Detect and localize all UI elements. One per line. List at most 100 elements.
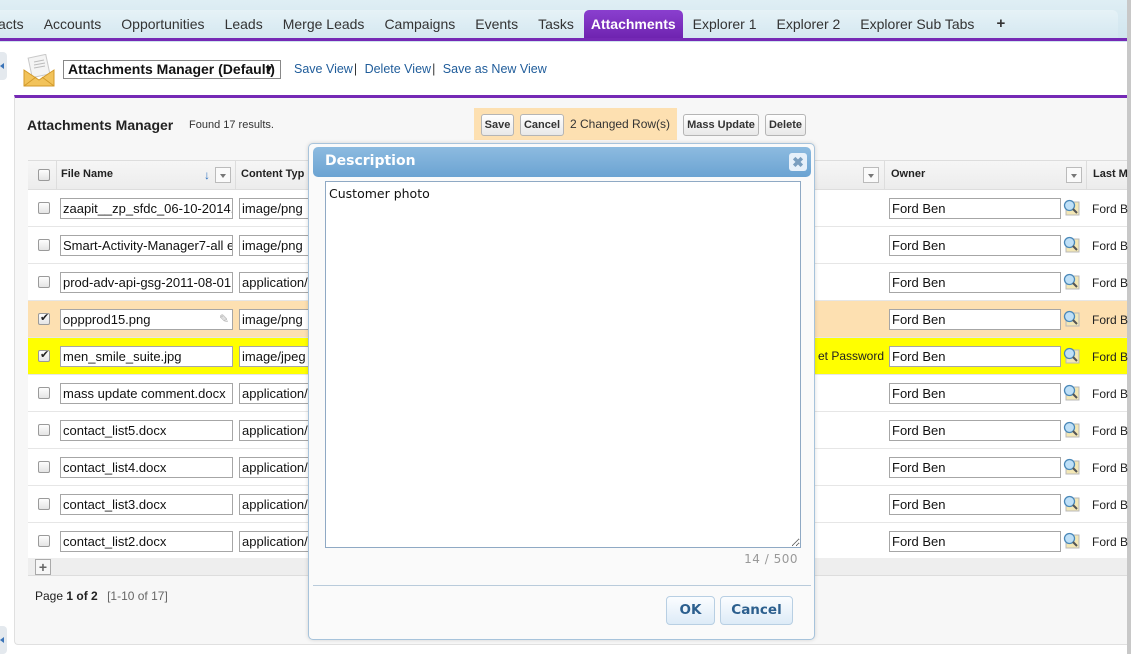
owner-input[interactable]: Ford Ben (889, 494, 1061, 515)
tab-events[interactable]: Events (465, 10, 528, 38)
tab-tasks[interactable]: Tasks (528, 10, 584, 38)
tab-campaigns[interactable]: Campaigns (374, 10, 465, 38)
owner-input[interactable]: Ford Ben (889, 346, 1061, 367)
file-name-input[interactable]: contact_list2.docx (60, 531, 233, 552)
lookup-icon[interactable] (1063, 236, 1080, 253)
content-type-input[interactable]: application/ (239, 494, 319, 515)
lookup-icon[interactable] (1063, 384, 1080, 401)
delete-view-link[interactable]: Delete View (365, 62, 431, 76)
content-type-input[interactable]: application/ (239, 531, 319, 552)
content-type-input[interactable]: application/ (239, 383, 319, 404)
column-menu-button[interactable] (215, 167, 231, 183)
lookup-icon[interactable] (1063, 421, 1080, 438)
row-checkbox[interactable] (38, 535, 50, 547)
owner-value: Ford Ben (892, 423, 946, 438)
owner-input[interactable]: Ford Ben (889, 309, 1061, 330)
row-checkbox[interactable] (38, 387, 50, 399)
mass-update-button[interactable]: Mass Update (683, 114, 759, 136)
content-type-input[interactable]: image/png (239, 235, 319, 256)
owner-input[interactable]: Ford Ben (889, 531, 1061, 552)
lookup-icon[interactable] (1063, 495, 1080, 512)
tab-explorer-1[interactable]: Explorer 1 (683, 10, 767, 38)
column-header-file-name[interactable]: File Name (61, 168, 113, 180)
select-all-checkbox[interactable] (38, 169, 50, 181)
tab-explorer-sub-tabs[interactable]: Explorer Sub Tabs (850, 10, 984, 38)
owner-input[interactable]: Ford Ben (889, 198, 1061, 219)
owner-value: Ford Ben (892, 460, 946, 475)
owner-value: Ford Ben (892, 534, 946, 549)
lookup-icon[interactable] (1063, 199, 1080, 216)
row-checkbox[interactable] (38, 239, 50, 251)
file-name-input[interactable]: contact_list3.docx (60, 494, 233, 515)
tab-explorer-2[interactable]: Explorer 2 (766, 10, 850, 38)
column-menu-button[interactable] (1066, 167, 1082, 183)
sort-descending-icon[interactable]: ↓ (204, 168, 210, 182)
owner-input[interactable]: Ford Ben (889, 420, 1061, 441)
last-modified-value: Ford B (1092, 461, 1129, 475)
pencil-icon[interactable]: ✎ (219, 310, 229, 329)
save-button[interactable]: Save (481, 114, 514, 136)
owner-input[interactable]: Ford Ben (889, 272, 1061, 293)
tab-leads[interactable]: Leads (215, 10, 273, 38)
column-menu-button[interactable] (863, 167, 879, 183)
file-name-input[interactable]: contact_list5.docx (60, 420, 233, 441)
owner-value: Ford Ben (892, 312, 946, 327)
lookup-icon[interactable] (1063, 532, 1080, 549)
column-header-owner[interactable]: Owner (891, 168, 925, 180)
row-checkbox[interactable] (38, 276, 50, 288)
lookup-icon[interactable] (1063, 347, 1080, 364)
owner-input[interactable]: Ford Ben (889, 383, 1061, 404)
dialog-divider (313, 585, 811, 586)
lookup-icon[interactable] (1063, 273, 1080, 290)
row-checkbox[interactable] (38, 202, 50, 214)
owner-input[interactable]: Ford Ben (889, 235, 1061, 256)
tab-acts[interactable]: acts (0, 10, 34, 38)
close-icon[interactable]: ✖ (789, 153, 807, 171)
dialog-cancel-button[interactable]: Cancel (720, 596, 793, 625)
column-divider (56, 161, 57, 190)
description-textarea[interactable] (325, 181, 801, 548)
file-name-value: contact_list4.docx (63, 460, 167, 475)
tab-accounts[interactable]: Accounts (34, 10, 112, 38)
column-header-content-type[interactable]: Content Typ (241, 168, 304, 180)
add-tab-button[interactable]: + (984, 10, 1017, 38)
tab-attachments[interactable]: Attachments (583, 10, 683, 38)
tab-opportunities[interactable]: Opportunities (111, 10, 214, 38)
file-name-input[interactable]: prod-adv-api-gsg-2011-08-01. (60, 272, 233, 293)
row-checkbox[interactable] (38, 424, 50, 436)
content-type-input[interactable]: application/ (239, 420, 319, 441)
content-type-input[interactable]: application/ (239, 272, 319, 293)
add-row-button[interactable]: + (35, 559, 51, 575)
content-type-input[interactable]: image/jpeg (239, 346, 319, 367)
file-name-input[interactable]: men_smile_suite.jpg (60, 346, 233, 367)
delete-button[interactable]: Delete (765, 114, 806, 136)
last-modified-value: Ford B (1092, 535, 1129, 549)
file-name-value: contact_list3.docx (63, 497, 167, 512)
file-name-input[interactable]: oppprod15.png ✎ (60, 309, 233, 330)
row-checkbox[interactable] (38, 498, 50, 510)
file-name-input[interactable]: zaapit__zp_sfdc_06-10-2014. (60, 198, 233, 219)
content-type-input[interactable]: application/ (239, 457, 319, 478)
ok-button[interactable]: OK (666, 596, 715, 625)
lookup-icon[interactable] (1063, 310, 1080, 327)
collapse-sidebar-handle-bottom[interactable] (0, 626, 7, 654)
save-as-new-view-link[interactable]: Save as New View (443, 62, 547, 76)
file-name-input[interactable]: Smart-Activity-Manager7-all e (60, 235, 233, 256)
content-type-input[interactable]: image/png (239, 198, 319, 219)
owner-input[interactable]: Ford Ben (889, 457, 1061, 478)
lookup-icon[interactable] (1063, 458, 1080, 475)
tab-merge-leads[interactable]: Merge Leads (273, 10, 375, 38)
owner-value: Ford Ben (892, 386, 946, 401)
column-header-last-modified[interactable]: Last M (1093, 168, 1128, 180)
row-checkbox[interactable] (38, 461, 50, 473)
view-select[interactable]: Attachments Manager (Default) ▼ (63, 60, 281, 79)
row-checkbox[interactable] (38, 348, 50, 362)
file-name-value: Smart-Activity-Manager7-all e (63, 238, 233, 253)
cancel-changes-button[interactable]: Cancel (520, 114, 564, 136)
save-view-link[interactable]: Save View (294, 62, 353, 76)
content-type-input[interactable]: image/png (239, 309, 319, 330)
file-name-input[interactable]: contact_list4.docx (60, 457, 233, 478)
row-checkbox[interactable] (38, 311, 50, 325)
collapse-sidebar-handle[interactable] (0, 52, 7, 80)
file-name-input[interactable]: mass update comment.docx (60, 383, 233, 404)
